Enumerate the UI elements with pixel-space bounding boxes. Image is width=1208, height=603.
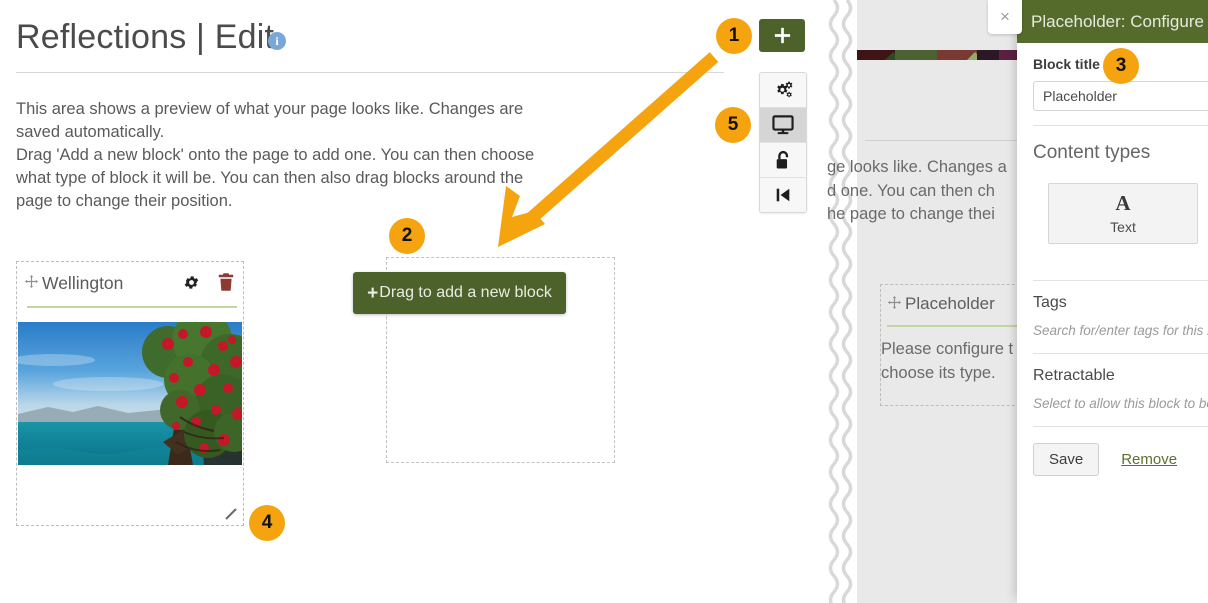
callout-badge-3: 3 <box>1103 48 1139 84</box>
panel-actions: Save Remove <box>1033 443 1208 476</box>
block-accent-rule <box>27 306 237 308</box>
tags-label: Tags <box>1033 294 1208 312</box>
intro-line-1: This area shows a preview of what your p… <box>16 98 561 121</box>
intro-text: This area shows a preview of what your p… <box>16 98 561 213</box>
panel-divider-2 <box>1033 280 1208 281</box>
preview-divider <box>865 140 1025 141</box>
plus-icon: + <box>367 284 378 303</box>
text-glyph-icon: A <box>1115 193 1130 214</box>
panel-header-title: Placeholder: Configure <box>1017 0 1208 43</box>
callout-badge-2: 2 <box>389 218 425 254</box>
retractable-hint: Select to allow this block to be r <box>1033 396 1208 411</box>
block-image <box>18 322 242 465</box>
page-title: Reflections | Edit <box>16 18 274 57</box>
unlock-icon-button[interactable] <box>760 143 806 178</box>
torn-paper-divider <box>822 0 862 603</box>
trash-icon[interactable] <box>218 273 234 296</box>
screen-root: Reflections | Edit i This area shows a p… <box>0 0 1208 603</box>
preview-block-placeholder[interactable]: Placeholder Please configure t choose it… <box>880 284 1030 406</box>
gears-icon-button[interactable] <box>760 73 806 108</box>
intro-line-5: page to change their position. <box>16 190 561 213</box>
content-types-label: Content types <box>1033 142 1208 164</box>
close-icon[interactable]: × <box>988 0 1022 34</box>
intro-line-3: Drag 'Add a new block' onto the page to … <box>16 144 561 167</box>
preview-block-accent-rule <box>887 325 1029 327</box>
drag-to-add-new-block-button[interactable]: + Drag to add a new block <box>353 272 566 314</box>
info-icon[interactable]: i <box>268 32 286 50</box>
edit-column: Reflections | Edit i This area shows a p… <box>0 0 822 603</box>
display-icon-button[interactable] <box>760 108 806 143</box>
content-type-text[interactable]: A Text <box>1048 183 1198 244</box>
intro-line-4: what type of block it will be. You can t… <box>16 167 561 190</box>
remove-link[interactable]: Remove <box>1121 451 1177 468</box>
callout-badge-1: 1 <box>716 18 752 54</box>
preview-block-title: Placeholder <box>905 294 995 314</box>
panel-body: Block title Content types A Text Tags Se… <box>1017 43 1208 476</box>
tags-placeholder[interactable]: Search for/enter tags for this bl <box>1033 323 1208 338</box>
move-icon[interactable] <box>25 275 38 291</box>
block-actions <box>183 273 234 296</box>
page-toolbar <box>759 72 807 213</box>
retractable-label: Retractable <box>1033 367 1208 385</box>
skip-backward-icon-button[interactable] <box>760 178 806 212</box>
preview-block-header: Placeholder <box>881 285 1029 323</box>
callout-badge-4: 4 <box>249 505 285 541</box>
configure-panel: Placeholder: Configure Block title Conte… <box>1017 0 1208 603</box>
drag-pill-label: Drag to add a new block <box>379 284 552 302</box>
block-title: Wellington <box>42 273 123 294</box>
panel-divider-1 <box>1033 125 1208 126</box>
intro-line-2: saved automatically. <box>16 121 561 144</box>
resize-handle-icon[interactable] <box>223 506 239 522</box>
block-header: Wellington <box>17 262 243 304</box>
add-block-button[interactable] <box>759 19 805 52</box>
save-button[interactable]: Save <box>1033 443 1099 476</box>
block-wellington[interactable]: Wellington <box>16 261 244 526</box>
content-type-text-label: Text <box>1110 219 1136 235</box>
gear-icon[interactable] <box>183 274 200 296</box>
callout-badge-5: 5 <box>715 107 751 143</box>
panel-divider-3 <box>1033 353 1208 354</box>
panel-divider-4 <box>1033 426 1208 427</box>
block-title-input[interactable] <box>1033 81 1208 111</box>
move-icon[interactable] <box>888 296 901 312</box>
title-divider <box>16 72 724 73</box>
preview-banner-image <box>857 47 1017 57</box>
